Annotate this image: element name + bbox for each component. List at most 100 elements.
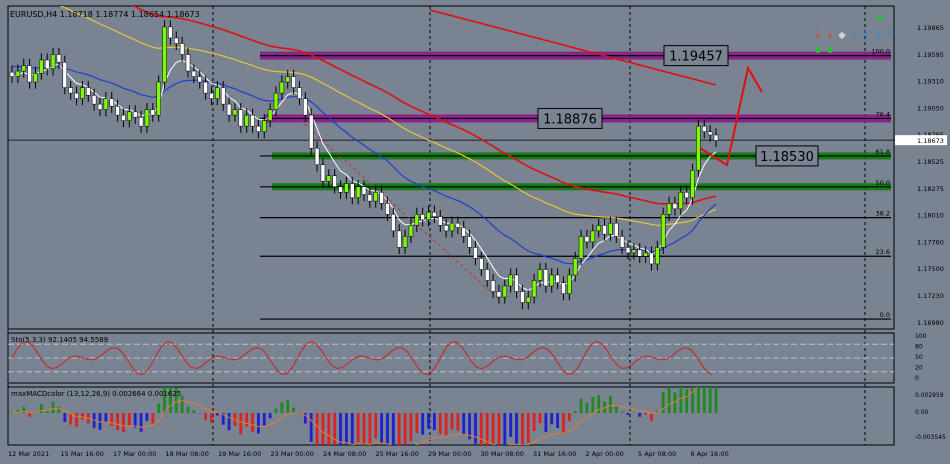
trend-dashed [299,119,501,301]
candle-body-57 [344,183,349,193]
candle-body-28 [174,37,179,44]
sto-tick-1: 80 [915,344,923,351]
macd-bar-42 [257,413,260,434]
macd-bar-65 [391,413,395,445]
candle-body-105 [625,247,631,254]
candle-body-69 [414,214,420,226]
candle-body-53 [320,164,326,182]
candle-body-34 [209,92,214,99]
candle-body-91 [543,269,549,287]
time-tick-3: 18 Mar 08:00 [166,450,209,458]
candle-body-104 [619,236,625,248]
macd-bar-90 [538,413,542,424]
macd-bar-80 [479,413,483,445]
candle-body-26 [162,26,167,83]
macd-bar-44 [268,413,272,419]
macd-bar-55 [333,413,337,445]
macd-bar-79 [474,413,477,444]
candle-body-16 [103,98,109,110]
price-axis: 1.198651.195951.193101.190501.187951.185… [895,24,947,327]
sto-tick-4: 0 [915,375,919,382]
macd-bar-82 [491,413,495,445]
candle-body-25 [156,81,161,116]
candle-body-31 [191,70,197,77]
candle-body-17 [109,98,114,107]
candle-body-82 [490,280,496,292]
macd-axis: 0.002959 0.00 -0.003545 [915,392,946,441]
time-axis: 12 Mar 2021 15 Mar 16:00 17 Mar 00:00 18 Ma… [8,450,729,458]
candle-body-54 [326,175,332,182]
candle-body-27 [168,26,173,39]
time-tick-4: 19 Mar 16:00 [218,450,261,458]
macd-bar-63 [380,413,383,443]
time-tick-7: 25 Mar 16:00 [376,450,419,458]
macd-bar-83 [497,413,501,445]
macd-bar-33 [204,413,207,420]
candle-body-86 [514,274,519,292]
macd-bar-59 [356,413,360,443]
macd-bar-40 [245,413,249,427]
macd-bar-102 [609,395,612,413]
candle-body-52 [314,147,320,165]
candle-body-103 [614,222,619,237]
macd-bar-57 [345,413,348,445]
candle-body-32 [197,76,202,83]
macd-tick-2: -0.003545 [915,434,946,441]
macd-bar-35 [215,413,219,416]
candle-body-10 [68,87,73,94]
candle-body-62 [373,192,378,202]
candle-body-114 [678,192,684,210]
candle-body-58 [350,183,355,199]
macd-bar-39 [239,413,243,435]
macd-bar-41 [251,413,254,432]
candle-body-89 [531,280,537,298]
candle-body-77 [461,227,466,237]
candle-body-116 [690,170,695,199]
macd-bar-99 [591,396,595,413]
macd-bar-2 [22,406,26,413]
sto-label: Sto(5,3,3) 92.1405 94.5589 [11,336,108,344]
candle-body-45 [273,92,279,110]
vertical-grid [7,6,866,445]
candle-body-40 [244,114,249,127]
macd-bar-37 [227,413,231,431]
candle-body-7 [50,54,56,70]
signal-dot-2 [827,47,833,53]
macd-bar-16 [104,413,108,423]
candle-body-76 [455,222,461,228]
signal-arrow-0: ↓ [814,30,822,41]
signal-arrow-1: ↓ [826,30,834,41]
macd-bar-17 [110,413,114,427]
macd-bar-89 [532,413,536,432]
candle-body-110 [655,247,660,265]
macd-bar-81 [485,413,489,445]
candle-body-85 [508,274,513,287]
macd-bar-30 [186,406,190,413]
candle-body-72 [432,211,437,217]
candle-body-6 [44,59,50,70]
macd-tick-0: 0.002959 [915,392,944,399]
macd-bar-43 [262,413,266,426]
price-tick-7: 1.18010 [917,212,944,220]
macd-bar-91 [544,413,548,433]
macd-bar-3 [28,413,31,417]
candle-body-4 [33,72,38,83]
candle-body-87 [520,291,525,303]
macd-bar-96 [573,410,577,413]
price-tick-10: 1.17230 [917,292,944,300]
candle-body-109 [649,252,654,265]
macd-bar-120 [714,387,718,413]
macd-bar-97 [579,398,583,413]
signal-arrow-3: ↑ [850,30,858,41]
candle-body-43 [262,120,267,132]
candle-body-21 [132,111,138,118]
candle-body-51 [308,114,314,149]
candle-body-106 [631,249,637,254]
macd-bar-20 [127,413,131,426]
candle-body-99 [590,230,596,243]
candle-body-22 [138,117,144,127]
candle-body-112 [666,203,672,215]
candle-body-44 [267,109,273,121]
macd-bar-112 [667,387,671,413]
macd-bar-52 [315,413,319,445]
